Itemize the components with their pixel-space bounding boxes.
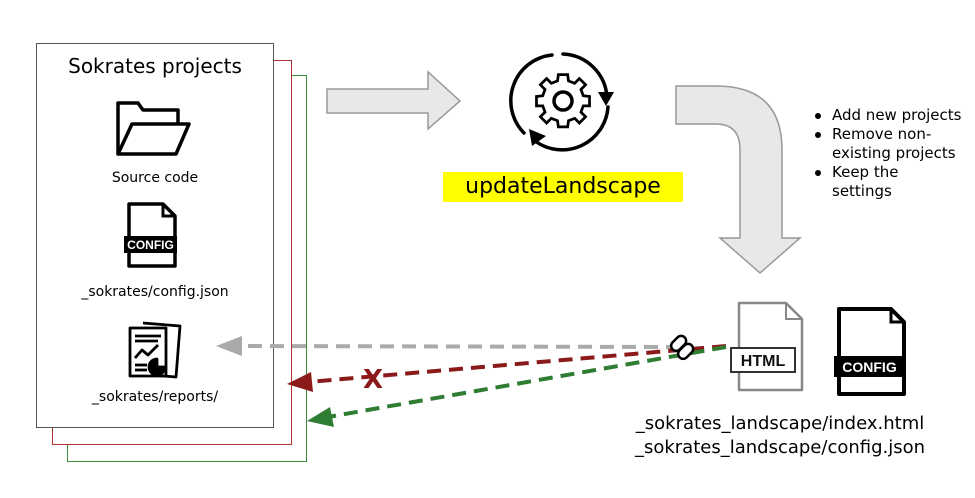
config-file-icon: CONFIG — [124, 202, 177, 268]
output-config-badge-text: CONFIG — [842, 359, 897, 375]
html-file-icon: HTML — [730, 301, 804, 392]
source-code-label: Source code — [111, 170, 199, 186]
config-json-label: _sokrates/config.json — [81, 284, 229, 300]
link-arrowhead-grey — [216, 336, 242, 356]
link-arrowhead-red — [287, 372, 313, 392]
config-badge-text: CONFIG — [127, 238, 174, 252]
bullet-remove-projects: Remove non-existing projects — [812, 125, 962, 163]
reports-icon — [128, 321, 182, 379]
link-arrow-grey — [237, 344, 681, 349]
link-arrow-green — [327, 345, 727, 419]
output-index-path: _sokrates_landscape/index.html — [635, 413, 925, 434]
link-arrowhead-green — [307, 407, 334, 427]
reports-label: _sokrates/reports/ — [91, 389, 219, 405]
folder-icon — [116, 101, 191, 156]
update-actions-list: Add new projects Remove non-existing pro… — [812, 106, 962, 201]
bullet-add-projects: Add new projects — [812, 106, 962, 125]
blocked-x-mark: X — [363, 365, 383, 395]
output-config-file-icon: CONFIG — [834, 307, 906, 396]
flow-arrow-down — [675, 85, 802, 274]
flow-arrow-right — [326, 70, 462, 131]
output-config-path: _sokrates_landscape/config.json — [634, 437, 926, 458]
html-badge-text: HTML — [741, 353, 786, 370]
update-landscape-label: updateLandscape — [443, 172, 683, 202]
bullet-keep-settings: Keep the settings — [812, 163, 962, 201]
gear-refresh-icon — [509, 52, 614, 152]
